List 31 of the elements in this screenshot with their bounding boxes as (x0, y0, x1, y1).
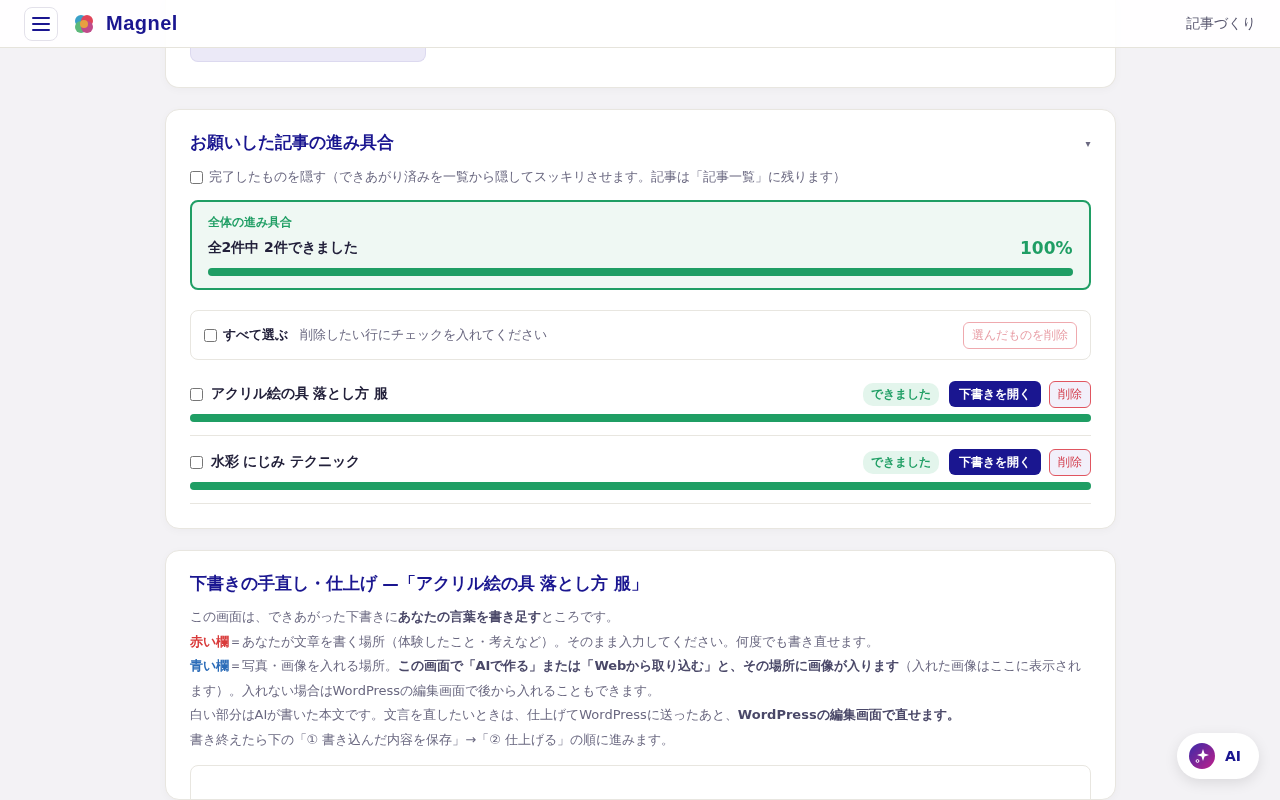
menu-button[interactable] (24, 6, 58, 41)
instruction-text: この画面は、できあがった下書きにあなたの言葉を書き足すところです。 (189, 608, 620, 626)
checkbox[interactable] (189, 387, 203, 401)
checkbox[interactable] (189, 170, 203, 184)
panel-caption: 全体の進み具合 (207, 215, 293, 230)
status-badge: できました (862, 450, 939, 474)
select-all-label: すべて選ぶ (222, 326, 288, 344)
section-title: 下書きの手直し・仕上げ —「アクリル絵の具 落とし方 服」 (189, 573, 650, 595)
checkbox-label: 完了したものを隠す（できあがり済みを一覧から隠してスッキリさせます。記事は「記事一覧」に残ります） (208, 168, 846, 186)
instruction-text: 白い部分はAIが書いた本文です。文言を直したいときは、仕上げてWordPressに送ったあと、WordPressの編集画面で直せます。 (189, 706, 961, 724)
ai-assistant-button[interactable]: AI (1176, 733, 1259, 779)
collapse-toggle[interactable]: ▾ (1085, 137, 1091, 149)
status-badge: できました (862, 382, 939, 406)
open-draft-button[interactable]: 下書きを開く (948, 381, 1041, 407)
delete-button[interactable]: 削除 (1048, 448, 1091, 476)
instruction-text: 青い欄＝写真・画像を入れる場所。この画面で「AIで作る」または「Webから取り込む」と、その場所に画像が入ります（入れた画像はここに表示されます）。入れない場合はWordPressの編集画面で後から入れることもできます。 (189, 657, 1083, 700)
menu-icon (32, 16, 50, 31)
instruction-text: 書き終えたら下の「① 書き込んだ内容を保存」→「② 仕上げる」の順に進みます。 (189, 730, 675, 749)
instruction-text: 赤い欄＝あなたが文章を書く場所（体験したこと・考えなど）。そのまま入力してください。何度でも書き直せます。 (189, 632, 880, 651)
section-title: お願いした記事の進み具合 (189, 132, 395, 154)
progress-summary: 全2件中 2件できました (207, 239, 359, 257)
article-title: アクリル絵の具 落とし方 服 (210, 385, 388, 403)
app-name: Magnel (106, 12, 178, 35)
checkbox[interactable] (189, 455, 203, 469)
hint-text: 削除したい行にチェックを入れてください (299, 326, 547, 344)
article-title: 水彩 にじみ テクニック (210, 453, 360, 471)
sparkle-icon (1188, 743, 1215, 769)
open-draft-button[interactable]: 下書きを開く (948, 449, 1041, 475)
delete-button[interactable]: 削除 (1048, 380, 1091, 408)
progress-percent: 100% (1019, 238, 1073, 258)
nav-link[interactable]: 記事づくり (1186, 14, 1256, 33)
